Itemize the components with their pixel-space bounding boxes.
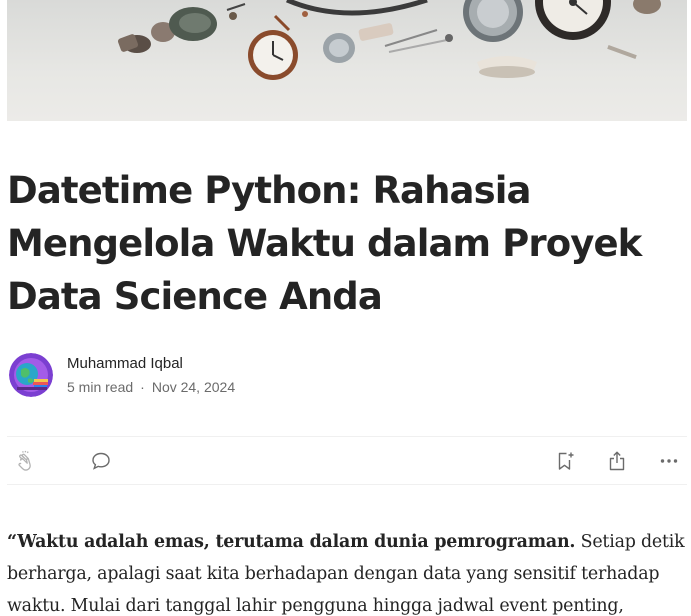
article-meta: 5 min read · Nov 24, 2024 xyxy=(67,377,235,397)
publish-date: Nov 24, 2024 xyxy=(151,378,236,395)
author-meta: Muhammad Iqbal 5 min read · Nov 24, 2024 xyxy=(67,354,235,397)
clap-icon[interactable] xyxy=(15,449,39,473)
article-body-paragraph: “Waktu adalah emas, terutama dalam dunia… xyxy=(7,526,687,616)
article-action-bar xyxy=(7,436,687,485)
hero-image xyxy=(7,0,687,121)
more-icon[interactable] xyxy=(657,449,681,473)
share-icon[interactable] xyxy=(605,449,629,473)
article-page: Datetime Python: Rahasia Mengelola Waktu… xyxy=(0,0,691,616)
lead-quote: “Waktu adalah emas, terutama dalam dunia… xyxy=(7,532,576,552)
author-avatar[interactable] xyxy=(9,353,53,397)
read-time: 5 min read xyxy=(67,378,134,395)
article-title: Datetime Python: Rahasia Mengelola Waktu… xyxy=(7,169,642,318)
author-name[interactable]: Muhammad Iqbal xyxy=(67,354,235,374)
comment-icon[interactable] xyxy=(89,449,113,473)
bookmark-add-icon[interactable] xyxy=(553,449,577,473)
author-byline: Muhammad Iqbal 5 min read · Nov 24, 2024 xyxy=(9,352,235,398)
meta-separator: · xyxy=(140,378,145,395)
